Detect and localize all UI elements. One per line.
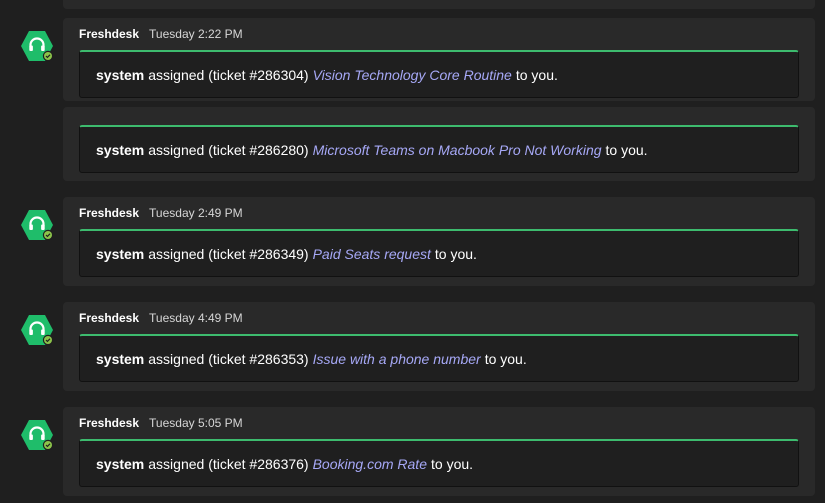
freshdesk-avatar[interactable] bbox=[20, 30, 54, 62]
sender-name[interactable]: Freshdesk bbox=[79, 311, 139, 325]
timestamp: Tuesday 2:49 PM bbox=[149, 206, 243, 220]
message-header: Freshdesk Tuesday 5:05 PM bbox=[79, 416, 243, 430]
notice-text: assigned (ticket #286280) bbox=[148, 141, 309, 158]
notice-suffix: to you. bbox=[484, 350, 527, 367]
previous-message-card bbox=[63, 0, 815, 9]
message-header: Freshdesk Tuesday 2:22 PM bbox=[79, 27, 243, 41]
sender-name[interactable]: Freshdesk bbox=[79, 27, 139, 41]
message-card: Freshdesk Tuesday 4:49 PM system assigne… bbox=[63, 302, 815, 391]
actor-name: system bbox=[96, 66, 145, 83]
freshdesk-avatar[interactable] bbox=[20, 209, 54, 241]
assignment-notice: system assigned (ticket #286353) Issue w… bbox=[79, 334, 799, 382]
notice-suffix: to you. bbox=[515, 66, 558, 83]
sender-name[interactable]: Freshdesk bbox=[79, 416, 139, 430]
ticket-link[interactable]: Booking.com Rate bbox=[313, 456, 427, 472]
timestamp: Tuesday 5:05 PM bbox=[149, 416, 243, 430]
assignment-notice: system assigned (ticket #286304) Vision … bbox=[79, 50, 799, 98]
actor-name: system bbox=[96, 141, 145, 158]
notice-suffix: to you. bbox=[434, 245, 477, 262]
assignment-notice: system assigned (ticket #286280) Microso… bbox=[79, 125, 799, 173]
notice-text: assigned (ticket #286304) bbox=[148, 66, 309, 83]
headset-icon bbox=[21, 315, 54, 346]
actor-name: system bbox=[96, 350, 145, 367]
message-card-continued: system assigned (ticket #286280) Microso… bbox=[63, 107, 815, 181]
message-card: Freshdesk Tuesday 2:22 PM system assigne… bbox=[63, 18, 815, 101]
ticket-link[interactable]: Paid Seats request bbox=[313, 246, 431, 262]
notice-text: assigned (ticket #286376) bbox=[148, 455, 309, 472]
headset-icon bbox=[21, 31, 54, 62]
notice-text: assigned (ticket #286353) bbox=[148, 350, 309, 367]
assignment-notice: system assigned (ticket #286376) Booking… bbox=[79, 439, 799, 487]
notice-suffix: to you. bbox=[605, 141, 648, 158]
actor-name: system bbox=[96, 245, 145, 262]
notice-text: assigned (ticket #286349) bbox=[148, 245, 309, 262]
headset-icon bbox=[21, 210, 54, 241]
message-card: Freshdesk Tuesday 5:05 PM system assigne… bbox=[63, 407, 815, 496]
message-card: Freshdesk Tuesday 2:49 PM system assigne… bbox=[63, 197, 815, 286]
ticket-link[interactable]: Microsoft Teams on Macbook Pro Not Worki… bbox=[313, 142, 602, 158]
message-header: Freshdesk Tuesday 2:49 PM bbox=[79, 206, 243, 220]
timestamp: Tuesday 4:49 PM bbox=[149, 311, 243, 325]
headset-icon bbox=[21, 420, 54, 451]
sender-name[interactable]: Freshdesk bbox=[79, 206, 139, 220]
ticket-link[interactable]: Vision Technology Core Routine bbox=[313, 67, 512, 83]
timestamp: Tuesday 2:22 PM bbox=[149, 27, 243, 41]
actor-name: system bbox=[96, 455, 145, 472]
message-feed: Freshdesk Tuesday 2:22 PM system assigne… bbox=[0, 0, 825, 503]
freshdesk-avatar[interactable] bbox=[20, 314, 54, 346]
ticket-link[interactable]: Issue with a phone number bbox=[313, 351, 481, 367]
notice-suffix: to you. bbox=[431, 455, 474, 472]
message-header: Freshdesk Tuesday 4:49 PM bbox=[79, 311, 243, 325]
freshdesk-avatar[interactable] bbox=[20, 419, 54, 451]
assignment-notice: system assigned (ticket #286349) Paid Se… bbox=[79, 229, 799, 277]
